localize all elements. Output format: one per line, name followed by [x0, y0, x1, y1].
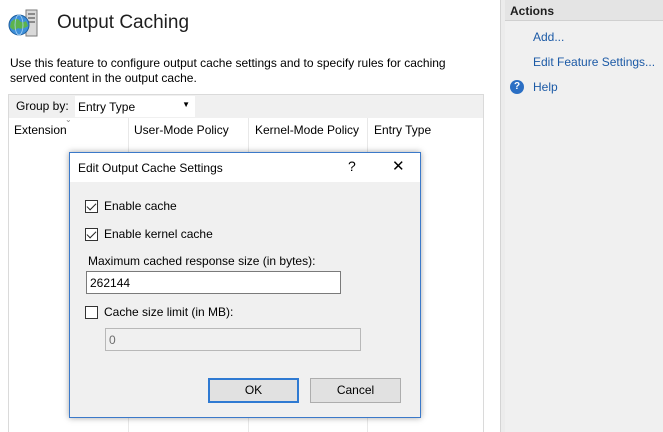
column-header-extension[interactable]: Extension [14, 118, 67, 144]
close-icon[interactable]: ✕ [392, 157, 405, 175]
enable-cache-row[interactable]: Enable cache [85, 198, 177, 214]
help-button[interactable]: ? [348, 158, 356, 174]
enable-cache-label: Enable cache [104, 199, 177, 213]
ok-button[interactable]: OK [208, 378, 299, 403]
cache-size-limit-label: Cache size limit (in MB): [104, 305, 234, 319]
feature-description: Use this feature to configure output cac… [10, 56, 446, 85]
group-by-label: Group by: [16, 99, 69, 113]
enable-kernel-cache-row[interactable]: Enable kernel cache [85, 226, 213, 242]
cache-size-limit-checkbox[interactable] [85, 305, 98, 319]
max-response-size-input[interactable]: 262144 [86, 271, 341, 294]
page-title: Output Caching [57, 12, 190, 33]
actions-header: Actions [505, 0, 663, 21]
cache-size-limit-row[interactable]: Cache size limit (in MB): [85, 304, 233, 320]
edit-output-cache-settings-dialog: Edit Output Cache Settings ? ✕ Enable ca… [69, 152, 421, 418]
group-by-value: Entry Type [78, 100, 136, 114]
group-by-dropdown[interactable]: Entry Type ▼ [75, 96, 195, 117]
action-add-link[interactable]: Add... [533, 30, 564, 44]
dialog-titlebar[interactable]: Edit Output Cache Settings ? ✕ [70, 153, 420, 182]
dialog-title: Edit Output Cache Settings [78, 161, 223, 175]
column-header-user-mode-policy[interactable]: User-Mode Policy [134, 118, 229, 144]
actions-pane: Actions Add... Edit Feature Settings... … [505, 0, 663, 432]
max-response-size-label: Maximum cached response size (in bytes): [88, 254, 316, 268]
action-help-link[interactable]: Help [533, 80, 558, 94]
action-edit-feature-settings-link[interactable]: Edit Feature Settings... [533, 55, 655, 69]
enable-kernel-cache-label: Enable kernel cache [104, 227, 213, 241]
sort-caret-icon: ⌄ [65, 115, 72, 124]
group-by-toolbar: Group by: Entry Type ▼ [8, 94, 484, 118]
cancel-button[interactable]: Cancel [310, 378, 401, 403]
column-header-entry-type[interactable]: Entry Type [374, 118, 431, 144]
column-header-kernel-mode-policy[interactable]: Kernel-Mode Policy [255, 118, 359, 144]
enable-kernel-cache-checkbox[interactable] [85, 227, 98, 241]
chevron-down-icon: ▼ [182, 100, 190, 109]
cache-size-limit-input: 0 [105, 328, 361, 351]
globe-server-icon [8, 9, 38, 37]
help-icon[interactable]: ? [510, 80, 524, 94]
enable-cache-checkbox[interactable] [85, 199, 98, 213]
